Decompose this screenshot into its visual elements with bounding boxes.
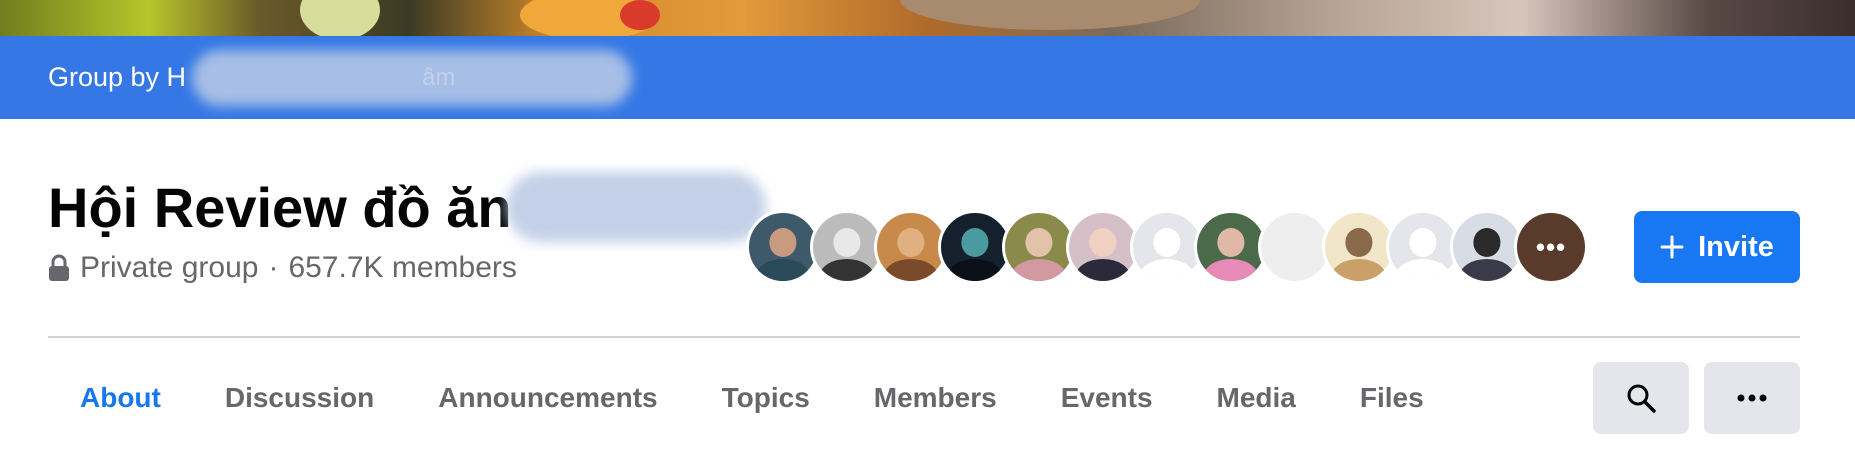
plus-icon xyxy=(1660,235,1684,259)
group-meta: Private group · 657.7K members xyxy=(48,251,517,285)
avatar[interactable] xyxy=(1450,210,1524,284)
tab-discussion[interactable]: Discussion xyxy=(193,362,406,434)
tab-media[interactable]: Media xyxy=(1185,362,1328,434)
redacted-owner-name xyxy=(192,49,633,106)
meta-separator: · xyxy=(268,251,279,284)
more-horizontal-icon xyxy=(1737,394,1767,402)
member-count[interactable]: 657.7K members xyxy=(288,251,516,285)
header-divider xyxy=(48,336,1800,338)
group-title-text: Hội Review đồ ăn xyxy=(48,175,512,239)
redacted-title xyxy=(505,172,766,242)
more-members-dots: ••• xyxy=(1535,231,1567,262)
tab-files[interactable]: Files xyxy=(1328,362,1456,434)
avatar[interactable] xyxy=(1066,210,1140,284)
group-owner-bar[interactable]: Group by H âm xyxy=(0,36,1855,119)
avatar[interactable] xyxy=(1386,210,1460,284)
avatar[interactable] xyxy=(874,210,948,284)
more-members-avatar[interactable]: ••• xyxy=(1514,210,1588,284)
search-button[interactable] xyxy=(1593,362,1689,434)
avatar[interactable] xyxy=(1258,210,1332,284)
avatar[interactable] xyxy=(810,210,884,284)
privacy-label[interactable]: Private group xyxy=(80,251,258,285)
tab-topics[interactable]: Topics xyxy=(690,362,842,434)
group-owner-text: Group by H âm xyxy=(48,49,633,106)
avatar[interactable] xyxy=(1130,210,1204,284)
invite-label: Invite xyxy=(1698,230,1774,263)
cover-photo[interactable] xyxy=(0,0,1855,36)
avatar[interactable] xyxy=(1194,210,1268,284)
tab-events[interactable]: Events xyxy=(1029,362,1185,434)
avatar[interactable] xyxy=(1322,210,1396,284)
tab-about[interactable]: About xyxy=(48,362,193,434)
group-owner-prefix: Group by H xyxy=(48,62,187,92)
tab-announcements[interactable]: Announcements xyxy=(406,362,689,434)
avatar[interactable] xyxy=(746,210,820,284)
tab-members[interactable]: Members xyxy=(842,362,1029,434)
more-options-button[interactable] xyxy=(1704,362,1800,434)
invite-button[interactable]: Invite xyxy=(1634,211,1800,283)
group-title: Hội Review đồ ăn xyxy=(48,172,766,242)
avatar[interactable] xyxy=(1002,210,1076,284)
member-avatars: ••• xyxy=(746,210,1588,284)
avatar[interactable] xyxy=(938,210,1012,284)
group-tabs: About Discussion Announcements Topics Me… xyxy=(48,362,1456,434)
search-icon xyxy=(1627,384,1656,413)
lock-icon xyxy=(49,254,69,281)
